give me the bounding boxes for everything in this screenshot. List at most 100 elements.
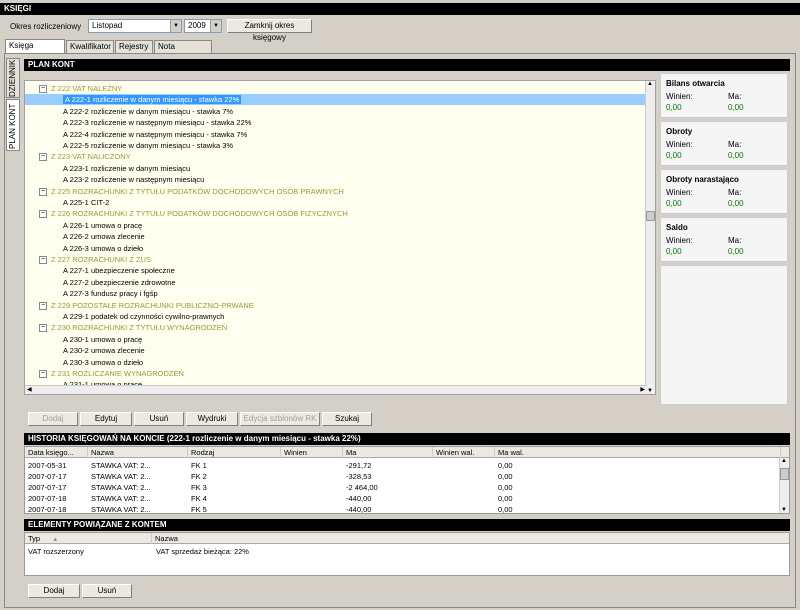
col-nazwa[interactable]: Nazwa [88,447,188,458]
edit-templates-button[interactable]: Edycja szblonów RK [240,412,320,426]
col-nazwa[interactable]: Nazwa [152,533,789,544]
edit-account-button[interactable]: Edytuj [80,412,132,426]
col-data[interactable]: Data księgo... [25,447,88,458]
vtab-plan-kont[interactable]: PLAN KONT [6,99,20,151]
collapse-icon[interactable]: − [39,301,47,310]
collapse-icon[interactable]: − [39,153,47,162]
tree-item[interactable]: A 223-2 rozliczenie w następnym miesiącu [25,174,204,185]
history-cell[interactable]: 0,00 [498,460,513,471]
delete-related-button[interactable]: Usuń [82,584,132,598]
history-cell[interactable]: STAWKA VAT: 2... [91,460,151,471]
tree-item[interactable]: A 226-2 umowa zlecenie [25,231,145,242]
tree-group[interactable]: − Z 227 ROZRACHUNKI Z ZUS [39,254,151,265]
history-cell[interactable]: 0,00 [498,504,513,513]
add-account-button[interactable]: Dodaj [28,412,78,426]
related-table[interactable]: Typ ▲ Nazwa VAT rozszerzony VAT sprzedaż… [24,532,790,576]
chevron-down-icon[interactable]: ▼ [170,20,181,32]
col-rodzaj[interactable]: Rodzaj [188,447,281,458]
add-related-button[interactable]: Dodaj [28,584,80,598]
collapse-icon[interactable]: − [39,324,47,333]
tree-item[interactable]: A 230-3 umowa o dzieło [25,357,143,368]
scroll-down-icon[interactable]: ▼ [647,388,653,394]
tab-rejestry[interactable]: Rejestry [115,40,153,53]
tab-kwalifikator[interactable]: Kwalifikator [66,40,114,53]
vtab-dziennik[interactable]: DZIENNIK [6,58,20,98]
history-cell[interactable]: FK 2 [191,471,207,482]
tree-scrollbar[interactable]: ▲ ▼ [645,81,655,394]
tree-item[interactable]: A 222-4 rozliczenie w następnym miesiącu… [25,129,247,140]
history-table[interactable]: Data księgo... Nazwa Rodzaj Winien Ma Wi… [24,446,790,514]
print-button[interactable]: Wydruki [186,412,238,426]
tree-item[interactable]: A 227-2 ubezpieczenie zdrowotne [25,277,176,288]
tree-item[interactable]: A 230-1 umowa o pracę [25,334,142,345]
tree-group[interactable]: − Z 226 ROZRACHUNKI Z TYTUŁU PODATKÓW DOC… [39,208,348,219]
col-ma[interactable]: Ma [343,447,433,458]
tree-item[interactable]: A 222-1 rozliczenie w danym miesiącu - s… [25,94,647,106]
tree-group[interactable]: − Z 222 VAT NALEŻNY [39,83,122,94]
scroll-down-icon[interactable]: ▼ [781,507,787,513]
history-cell[interactable]: FK 3 [191,482,207,493]
scroll-up-icon[interactable]: ▲ [781,458,787,464]
tree-group[interactable]: − Z 231 ROZLICZANIE WYNAGRODZEŃ [39,368,184,379]
history-cell[interactable]: STAWKA VAT: 2... [91,493,151,504]
tree-item[interactable]: A 227-1 ubezpieczenie społeczne [25,265,175,276]
history-cell[interactable]: STAWKA VAT: 2... [91,504,151,513]
history-cell[interactable]: FK 1 [191,460,207,471]
tree-item[interactable]: A 226-1 umowa o pracę [25,220,142,231]
delete-account-button[interactable]: Usuń [134,412,184,426]
tree-item[interactable]: A 225-1 CIT-2 [25,197,109,208]
history-cell[interactable]: 0,00 [498,471,513,482]
search-button[interactable]: Szukaj [322,412,372,426]
scroll-thumb[interactable] [646,211,655,221]
tree-group[interactable]: − Z 229 POZOSTAŁE ROZRACHUNKI PUBLICZNO-P… [39,300,254,311]
scroll-left-icon[interactable]: ◀ [27,386,32,393]
history-cell[interactable]: 2007-07-17 [28,471,66,482]
tree-group[interactable]: − Z 230 ROZRACHUNKI Z TYTUŁU WYNAGRODZEŃ [39,322,227,333]
tree-item[interactable]: A 222-3 rozliczenie w następnym miesiącu… [25,117,251,128]
history-cell[interactable]: 2007-05-31 [28,460,66,471]
history-cell[interactable]: STAWKA VAT: 2... [91,482,151,493]
tree-hscrollbar[interactable]: ◀ ▶ [25,385,647,394]
close-period-button[interactable]: Zamknij okres księgowy [227,19,312,42]
history-cell[interactable]: 2007-07-17 [28,482,66,493]
col-typ[interactable]: Typ ▲ [25,533,152,544]
history-cell[interactable]: -291,72 [346,460,371,471]
tree-item[interactable]: A 230-2 umowa zlecenie [25,345,145,356]
related-cell-typ[interactable]: VAT rozszerzony [28,546,84,557]
tree-item[interactable]: A 226-3 umowa o dzieło [25,243,143,254]
col-winien[interactable]: Winien [281,447,343,458]
scroll-right-icon[interactable]: ▶ [640,386,645,393]
scroll-up-icon[interactable]: ▲ [647,81,653,87]
month-select[interactable]: Listopad ▼ [88,19,182,33]
tree-group[interactable]: − Z 223 VAT NALICZONY [39,151,131,162]
history-scrollbar[interactable]: ▲ ▼ [779,458,789,513]
history-cell[interactable]: -328,53 [346,471,371,482]
chevron-down-icon[interactable]: ▼ [210,20,221,32]
collapse-icon[interactable]: − [39,210,47,219]
tree-item[interactable]: A 222-2 rozliczenie w danym miesiącu - s… [25,106,233,117]
history-cell[interactable]: FK 5 [191,504,207,513]
history-cell[interactable]: -2 464,00 [346,482,378,493]
tree-group[interactable]: − Z 225 ROZRACHUNKI Z TYTUŁU PODATKÓW DOC… [39,186,344,197]
account-tree[interactable]: − Z 222 VAT NALEŻNY A 222-1 rozliczenie w … [24,80,656,395]
history-cell[interactable]: 2007-07-18 [28,493,66,504]
tree-item[interactable]: A 223-1 rozliczenie w danym miesiącu [25,163,190,174]
tree-item[interactable]: A 222-5 rozliczenie w danym miesiącu - s… [25,140,233,151]
related-cell-nazwa[interactable]: VAT sprzedaż bieżąca: 22% [156,546,249,557]
collapse-icon[interactable]: − [39,85,47,94]
tree-item[interactable]: A 229-1 podatek od czynności cywilno-pra… [25,311,224,322]
history-cell[interactable]: 0,00 [498,482,513,493]
col-winien-wal[interactable]: Winien wal. [433,447,495,458]
history-cell[interactable]: -440,00 [346,493,371,504]
year-select[interactable]: 2009 ▼ [184,19,222,33]
tree-item[interactable]: A 227-3 fundusz pracy i fgśp [25,288,158,299]
collapse-icon[interactable]: − [39,370,47,379]
history-cell[interactable]: FK 4 [191,493,207,504]
history-cell[interactable]: 0,00 [498,493,513,504]
history-cell[interactable]: STAWKA VAT: 2... [91,471,151,482]
scroll-thumb[interactable] [780,468,789,480]
col-ma-wal[interactable]: Ma wal. [495,447,781,458]
tab-ksiega-glowna[interactable]: Księga główna [5,39,65,62]
tab-nota-ksiegowa[interactable]: Nota księgowa [154,40,212,63]
history-cell[interactable]: -440,00 [346,504,371,513]
